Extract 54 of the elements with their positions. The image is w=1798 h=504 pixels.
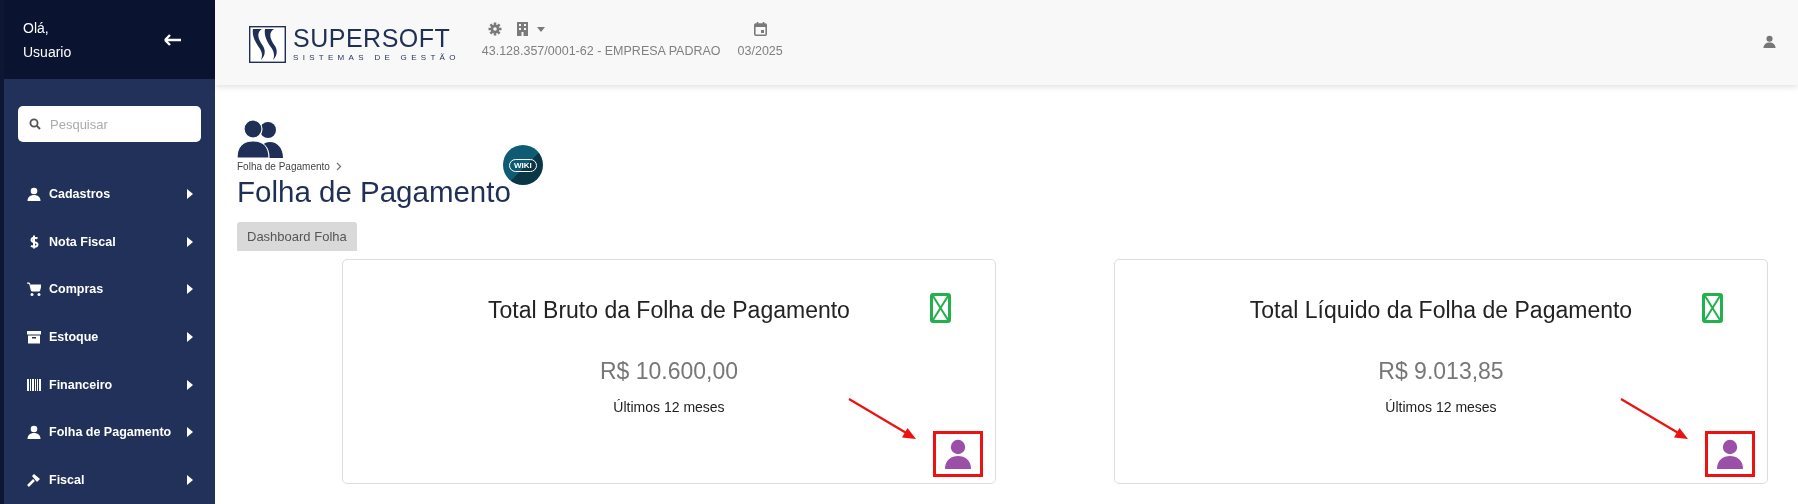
- caret-icon: [187, 284, 193, 295]
- caret-icon: [187, 427, 193, 438]
- person-icon: [27, 425, 41, 440]
- sidebar-item[interactable]: Folha de Pagamento: [18, 408, 201, 457]
- calendar-icon[interactable]: [753, 22, 767, 36]
- breadcrumb-link[interactable]: Folha de Pagamento: [237, 161, 330, 172]
- card-value: R$ 9.013,85: [1378, 358, 1504, 385]
- company-selector[interactable]: [516, 22, 545, 36]
- logo-tagline: SISTEMAS DE GESTÃO: [293, 52, 460, 64]
- caret-icon: [536, 26, 545, 32]
- sidebar-item[interactable]: Fiscal: [18, 456, 201, 504]
- logo-name: SUPERSOFT: [293, 25, 452, 52]
- crossed-box-icon[interactable]: [1702, 293, 1723, 323]
- people-icon: [237, 120, 283, 158]
- annotation-arrow: [1620, 398, 1690, 440]
- sidebar-item[interactable]: Cadastros: [18, 170, 201, 218]
- caret-icon: [187, 236, 193, 247]
- card-title: Total Bruto da Folha de Pagamento: [488, 296, 850, 325]
- settings-icon[interactable]: [487, 22, 502, 36]
- company-text: 43.128.357/0001-62 - EMPRESA PADRAO: [481, 44, 721, 58]
- caret-icon: [187, 332, 193, 343]
- sidebar-item[interactable]: Nota Fiscal: [18, 217, 201, 266]
- person-icon: [1716, 439, 1744, 469]
- sidebar-item[interactable]: Estoque: [18, 313, 201, 361]
- annotation-arrow: [848, 398, 918, 440]
- caret-icon: [187, 379, 193, 390]
- card-caption: Últimos 12 meses: [1385, 399, 1497, 415]
- barcode-icon: [27, 377, 41, 392]
- card-title: Total Líquido da Folha de Pagamento: [1249, 296, 1633, 325]
- chevron-icon: [335, 162, 342, 171]
- greeting-text: Olá, Usuario: [23, 18, 72, 62]
- wiki-button[interactable]: WIKI: [502, 145, 543, 185]
- gavel-icon: [27, 473, 41, 488]
- sidebar-item[interactable]: Financeiro: [18, 360, 201, 409]
- person-button[interactable]: [1705, 431, 1755, 477]
- sidebar-item[interactable]: Compras: [18, 265, 201, 314]
- person-icon: [27, 187, 41, 202]
- logo-icon: [249, 26, 286, 63]
- cart-icon: [27, 282, 41, 297]
- card-value: R$ 10.600,00: [599, 358, 739, 385]
- tab[interactable]: Dashboard Folha: [237, 222, 357, 251]
- caret-icon: [187, 189, 193, 200]
- card-caption: Últimos 12 meses: [613, 399, 725, 415]
- person-button[interactable]: [933, 431, 983, 477]
- user-icon[interactable]: [1763, 35, 1776, 48]
- period-text: 03/2025: [737, 44, 783, 58]
- back-arrow-icon[interactable]: [164, 33, 182, 46]
- search-field[interactable]: Pesquisar: [18, 106, 201, 143]
- dollar-icon: [27, 234, 41, 249]
- person-icon: [944, 439, 972, 469]
- crossed-box-icon[interactable]: [930, 293, 951, 323]
- archive-icon: [27, 330, 41, 345]
- caret-icon: [187, 475, 193, 486]
- building-icon: [516, 22, 528, 36]
